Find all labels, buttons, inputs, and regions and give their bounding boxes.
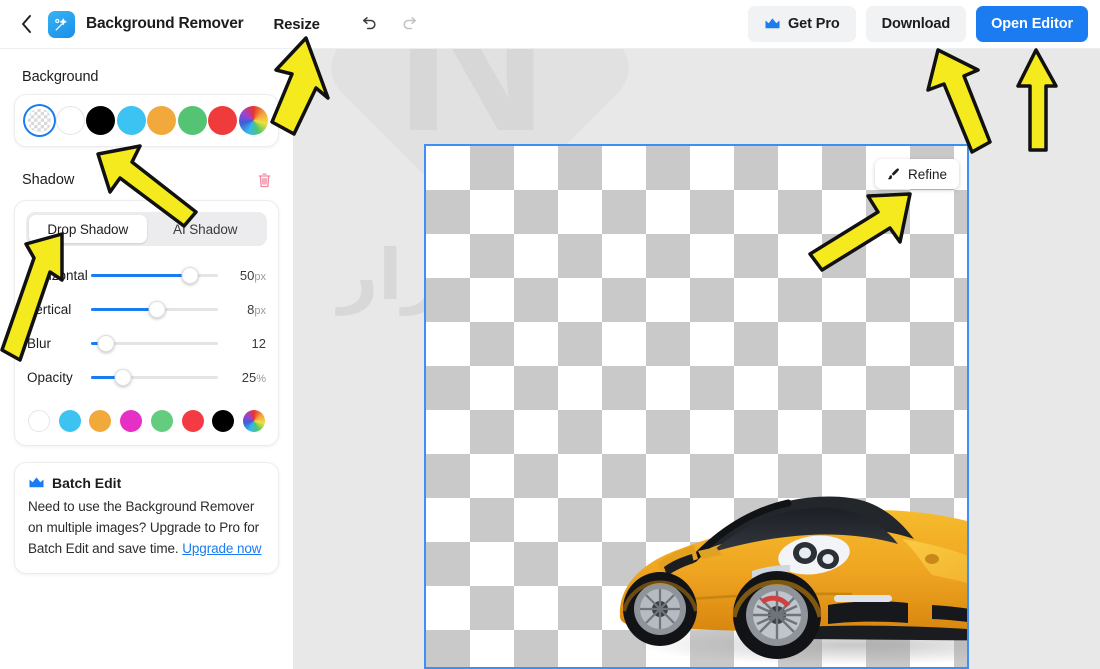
background-remover-app: Background Remover Resize Get Pro Downlo — [0, 0, 1100, 669]
slider-opacity-label: Opacity — [27, 370, 73, 385]
slider-blur: Blur 12 — [27, 327, 266, 360]
bg-swatch-transparent[interactable] — [25, 106, 54, 135]
slider-opacity-knob[interactable] — [114, 369, 132, 386]
bg-swatch-black[interactable] — [86, 106, 116, 135]
redo-icon — [403, 16, 417, 29]
open-editor-label: Open Editor — [991, 16, 1073, 32]
slider-horizontal-label: Horizontal — [27, 268, 88, 283]
crown-icon — [29, 477, 44, 488]
shadow-section-label: Shadow — [22, 172, 75, 188]
sidebar: Background Shadow Drop Shadow AI Shadow … — [0, 49, 293, 669]
get-pro-button[interactable]: Get Pro — [747, 6, 856, 42]
background-swatch-row — [15, 95, 278, 146]
bg-swatch-color-picker[interactable] — [238, 106, 268, 135]
color-wheel-icon — [238, 106, 268, 135]
shadow-sliders: Horizontal 50px Vertical 8px Blur 12 Opa… — [15, 246, 278, 399]
undo-icon — [363, 16, 376, 29]
bg-swatch-green[interactable] — [177, 106, 207, 135]
bg-swatch-red[interactable] — [208, 106, 238, 135]
car-image[interactable] — [602, 467, 969, 667]
header-actions: Get Pro Download Open Editor — [747, 6, 1100, 42]
page-title: Background Remover — [86, 15, 244, 32]
canvas-area[interactable]: N نرم‌افزار — [293, 49, 1100, 669]
refine-button[interactable]: Refine — [874, 159, 959, 189]
slider-vertical-track[interactable] — [91, 301, 218, 319]
refine-label: Refine — [907, 166, 947, 182]
tab-ai-shadow[interactable]: AI Shadow — [147, 215, 265, 243]
batch-edit-header: Batch Edit — [28, 475, 265, 491]
get-pro-label: Get Pro — [787, 16, 840, 32]
bg-swatch-orange[interactable] — [147, 106, 177, 135]
shadow-swatch-white[interactable] — [28, 410, 50, 432]
shadow-swatch-red[interactable] — [181, 410, 204, 432]
app-logo — [48, 10, 75, 38]
slider-horizontal-value: 50px — [239, 268, 266, 283]
slider-horizontal-knob[interactable] — [181, 267, 199, 284]
slider-blur-track[interactable] — [91, 335, 218, 353]
batch-edit-title: Batch Edit — [52, 475, 122, 491]
shadow-swatch-sky-blue[interactable] — [58, 410, 81, 432]
open-editor-button[interactable]: Open Editor — [976, 6, 1088, 42]
shadow-tabs: Drop Shadow AI Shadow — [26, 212, 267, 246]
batch-edit-text: Need to use the Background Remover on mu… — [28, 499, 262, 556]
shadow-swatch-color-picker[interactable] — [242, 410, 265, 432]
resize-button[interactable]: Resize — [273, 16, 320, 33]
slider-horizontal-track[interactable] — [91, 267, 218, 285]
slider-vertical-label: Vertical — [27, 302, 72, 317]
bg-swatch-white[interactable] — [55, 106, 85, 135]
checkerboard-icon — [27, 108, 52, 133]
slider-blur-knob[interactable] — [97, 335, 115, 352]
watermark-letter: N — [396, 49, 548, 175]
slider-opacity-value: 25% — [241, 370, 266, 385]
download-label: Download — [881, 16, 951, 32]
image-selection-box[interactable]: Refine — [424, 144, 969, 669]
crown-icon — [765, 18, 780, 29]
slider-blur-value: 12 — [251, 336, 266, 351]
delete-shadow-button[interactable] — [253, 169, 275, 191]
shadow-swatch-black[interactable] — [212, 410, 235, 432]
redo-button[interactable] — [396, 9, 426, 39]
slider-vertical: Vertical 8px — [27, 293, 266, 326]
shadow-swatch-green[interactable] — [150, 410, 173, 432]
shadow-section-header: Shadow — [22, 169, 275, 191]
app-header: Background Remover Resize Get Pro Downlo — [0, 0, 1100, 49]
bg-swatch-sky-blue[interactable] — [116, 106, 146, 135]
download-button[interactable]: Download — [865, 6, 967, 42]
slider-opacity: Opacity 25% — [27, 361, 266, 394]
upgrade-now-link[interactable]: Upgrade now — [182, 541, 261, 556]
background-swatch-card — [14, 94, 279, 147]
slider-horizontal: Horizontal 50px — [27, 259, 266, 292]
slider-blur-label: Blur — [27, 336, 52, 351]
slider-vertical-knob[interactable] — [148, 301, 166, 318]
shadow-card: Drop Shadow AI Shadow Horizontal 50px Ve… — [14, 200, 279, 446]
background-section-label: Background — [22, 69, 99, 85]
back-button[interactable] — [12, 10, 40, 38]
slider-opacity-track[interactable] — [91, 369, 218, 387]
brush-icon — [887, 168, 899, 180]
shadow-swatch-magenta[interactable] — [120, 410, 143, 432]
chevron-left-icon — [21, 15, 31, 33]
magic-wand-icon — [55, 18, 67, 31]
tab-drop-shadow[interactable]: Drop Shadow — [29, 215, 147, 243]
shadow-color-row — [15, 399, 278, 445]
slider-vertical-value: 8px — [247, 302, 266, 317]
batch-edit-card: Batch Edit Need to use the Background Re… — [14, 462, 279, 574]
shadow-swatch-orange[interactable] — [89, 410, 112, 432]
undo-button[interactable] — [354, 9, 384, 39]
trash-icon — [258, 172, 270, 187]
